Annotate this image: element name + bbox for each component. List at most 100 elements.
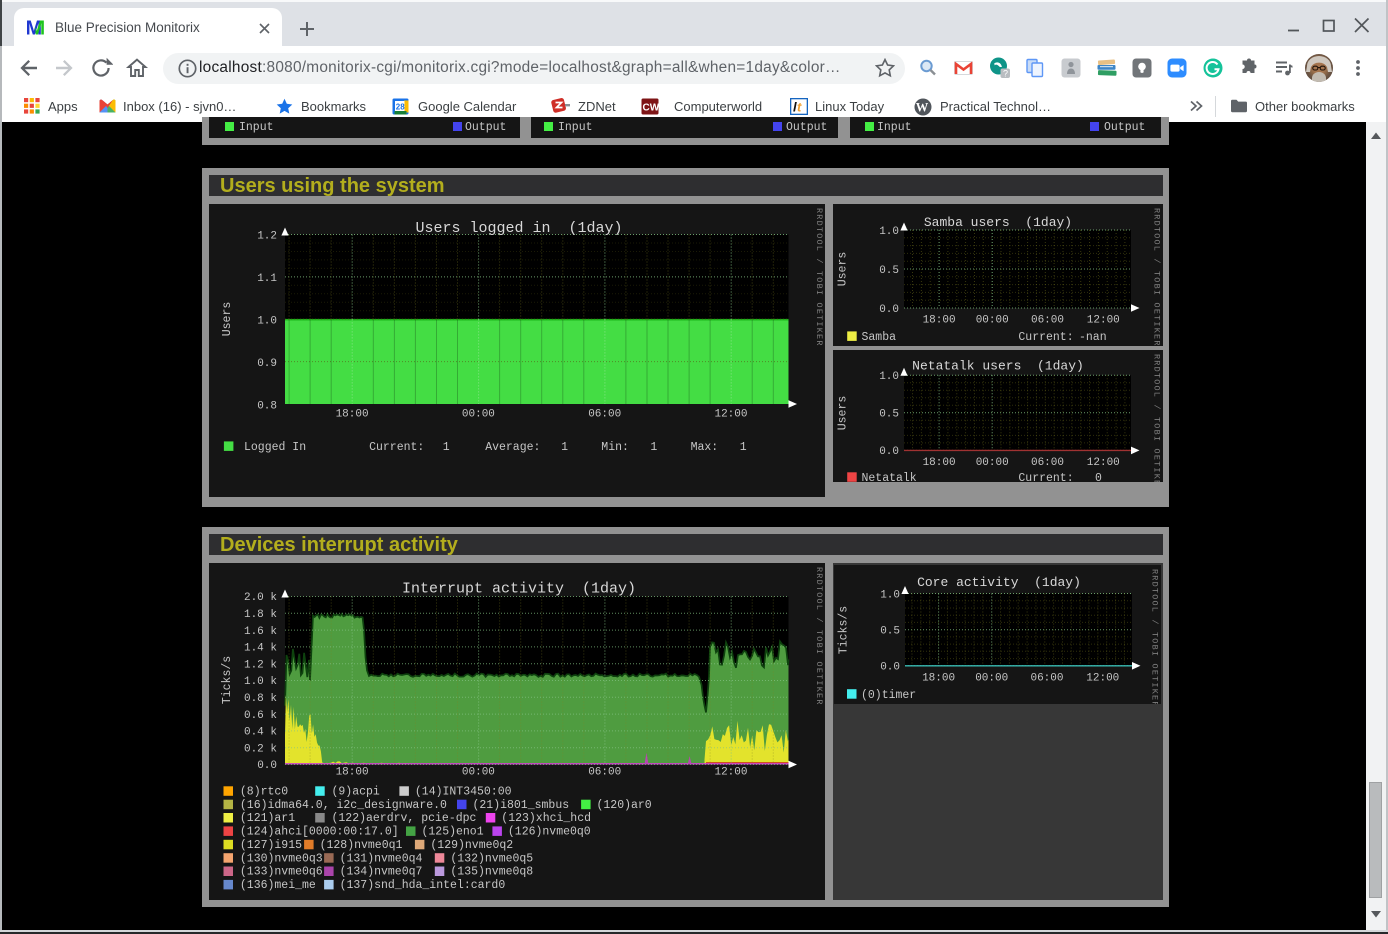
svg-text:Netatalk users (1day): Netatalk users (1day) <box>912 358 1084 373</box>
svg-text:Netatalk: Netatalk <box>861 472 916 482</box>
svg-text:(133)nvme0q6: (133)nvme0q6 <box>239 865 322 878</box>
svg-text:1.8 k: 1.8 k <box>243 609 276 621</box>
svg-text:Users: Users <box>221 301 234 336</box>
svg-text:0.4 k: 0.4 k <box>243 726 276 738</box>
svg-text:18:00: 18:00 <box>335 408 368 420</box>
svg-text:00:00: 00:00 <box>975 314 1008 326</box>
svg-text:Users: Users <box>836 251 849 286</box>
svg-text:Average:: Average: <box>485 441 540 454</box>
svg-text:Samba users (1day): Samba users (1day) <box>923 215 1071 230</box>
svg-text:0.0: 0.0 <box>880 661 900 673</box>
svg-text:(122)aerdrv, pcie-dpc: (122)aerdrv, pcie-dpc <box>331 812 476 825</box>
svg-text:12:00: 12:00 <box>1086 314 1119 326</box>
svg-text:(129)nvme0q2: (129)nvme0q2 <box>430 839 513 852</box>
svg-text:Logged In: Logged In <box>244 441 306 454</box>
svg-text:06:00: 06:00 <box>1030 456 1063 468</box>
svg-text:0.5: 0.5 <box>880 625 900 637</box>
svg-text:0.0: 0.0 <box>879 303 899 315</box>
svg-text:1.0: 1.0 <box>257 315 277 327</box>
svg-text:(136)mei_me: (136)mei_me <box>239 879 315 892</box>
svg-text:0.8: 0.8 <box>257 400 277 412</box>
svg-text:(14)INT3450:00: (14)INT3450:00 <box>414 785 511 798</box>
svg-text:(21)i801_smbus: (21)i801_smbus <box>472 798 569 811</box>
svg-text:(123)xhci_hcd: (123)xhci_hcd <box>501 812 591 825</box>
svg-text:18:00: 18:00 <box>922 314 955 326</box>
svg-text:06:00: 06:00 <box>1030 672 1063 684</box>
svg-text:1.0: 1.0 <box>879 225 899 237</box>
svg-text:0.6 k: 0.6 k <box>243 709 276 721</box>
svg-text:(127)i915: (127)i915 <box>239 839 301 852</box>
svg-text:(121)ar1: (121)ar1 <box>239 812 294 825</box>
svg-text:0: 0 <box>1095 472 1102 482</box>
svg-text:Core activity (1day): Core activity (1day) <box>917 575 1081 590</box>
svg-text:Current:: Current: <box>1018 331 1073 344</box>
svg-text:1: 1 <box>650 441 657 454</box>
svg-text:0.0: 0.0 <box>879 446 899 458</box>
svg-text:1.2: 1.2 <box>257 230 277 242</box>
svg-text:1.4 k: 1.4 k <box>243 642 276 654</box>
svg-text:1: 1 <box>561 441 568 454</box>
svg-text:00:00: 00:00 <box>461 408 494 420</box>
svg-text:Max:: Max: <box>690 441 718 454</box>
svg-text:Samba: Samba <box>861 331 896 344</box>
svg-text:Current:: Current: <box>1018 472 1073 482</box>
svg-text:(125)eno1: (125)eno1 <box>421 825 483 838</box>
svg-text:0.0: 0.0 <box>257 760 277 772</box>
svg-text:(134)nvme0q7: (134)nvme0q7 <box>339 865 422 878</box>
svg-text:00:00: 00:00 <box>975 672 1008 684</box>
svg-text:Ticks/s: Ticks/s <box>838 605 851 653</box>
svg-text:00:00: 00:00 <box>461 766 494 778</box>
svg-text:00:00: 00:00 <box>975 456 1008 468</box>
svg-text:(8)rtc0: (8)rtc0 <box>239 785 287 798</box>
svg-text:(130)nvme0q3: (130)nvme0q3 <box>239 852 322 865</box>
svg-text:(137)snd_hda_intel:card0: (137)snd_hda_intel:card0 <box>339 879 505 892</box>
svg-text:12:00: 12:00 <box>714 408 747 420</box>
svg-text:1.0: 1.0 <box>880 589 900 601</box>
svg-text:(135)nvme0q8: (135)nvme0q8 <box>450 865 533 878</box>
svg-text:RRDTOOL / TOBI OETIKER: RRDTOOL / TOBI OETIKER <box>1151 354 1161 483</box>
svg-text:CW: CW <box>643 103 660 114</box>
svg-text:1: 1 <box>739 441 746 454</box>
svg-text:(16)idma64.0, i2c_designware.0: (16)idma64.0, i2c_designware.0 <box>239 798 446 811</box>
svg-text:12:00: 12:00 <box>1086 456 1119 468</box>
svg-text:Interrupt activity (1day): Interrupt activity (1day) <box>401 580 635 597</box>
svg-text:(9)acpi: (9)acpi <box>331 785 379 798</box>
svg-text:2.0 k: 2.0 k <box>243 592 276 604</box>
svg-text:18:00: 18:00 <box>922 672 955 684</box>
svg-text:0.8 k: 0.8 k <box>243 693 276 705</box>
svg-text:(120)ar0: (120)ar0 <box>596 798 651 811</box>
svg-text:1: 1 <box>442 441 449 454</box>
svg-text:(124)ahci[0000:00:17.0]: (124)ahci[0000:00:17.0] <box>239 825 398 838</box>
svg-text:(128)nvme0q1: (128)nvme0q1 <box>319 839 402 852</box>
svg-text:0.2 k: 0.2 k <box>243 743 276 755</box>
svg-text:1.0 k: 1.0 k <box>243 676 276 688</box>
svg-text:12:00: 12:00 <box>1086 672 1119 684</box>
svg-text:t: t <box>797 100 802 115</box>
svg-text:28: 28 <box>396 103 405 112</box>
svg-text:06:00: 06:00 <box>588 408 621 420</box>
svg-text:RRDTOOL / TOBI OETIKER: RRDTOOL / TOBI OETIKER <box>814 567 824 706</box>
svg-text:1.2 k: 1.2 k <box>243 659 276 671</box>
svg-text:RRDTOOL / TOBI OETIKER: RRDTOOL / TOBI OETIKER <box>1150 569 1160 705</box>
svg-text:RRDTOOL / TOBI OETIKER: RRDTOOL / TOBI OETIKER <box>814 208 824 347</box>
svg-text:(0)timer: (0)timer <box>861 688 916 701</box>
svg-text:(132)nvme0q5: (132)nvme0q5 <box>450 852 533 865</box>
svg-text:0.9: 0.9 <box>257 357 277 369</box>
svg-text:(126)nvme0q0: (126)nvme0q0 <box>507 825 590 838</box>
svg-text:1.0: 1.0 <box>879 371 899 383</box>
svg-text:?: ? <box>1003 69 1008 79</box>
svg-text:12:00: 12:00 <box>714 766 747 778</box>
svg-text:18:00: 18:00 <box>922 456 955 468</box>
svg-text:W: W <box>916 101 929 115</box>
svg-text:Current:: Current: <box>369 441 424 454</box>
svg-text:(131)nvme0q4: (131)nvme0q4 <box>339 852 422 865</box>
svg-text:0.5: 0.5 <box>879 264 899 276</box>
svg-text:-nan: -nan <box>1079 331 1107 344</box>
svg-text:1.1: 1.1 <box>257 273 277 285</box>
svg-text:18:00: 18:00 <box>335 766 368 778</box>
svg-text:Ticks/s: Ticks/s <box>221 655 234 703</box>
svg-text:06:00: 06:00 <box>588 766 621 778</box>
svg-text:Min:: Min: <box>601 441 629 454</box>
svg-text:06:00: 06:00 <box>1030 314 1063 326</box>
svg-text:Users logged in (1day): Users logged in (1day) <box>415 220 622 237</box>
